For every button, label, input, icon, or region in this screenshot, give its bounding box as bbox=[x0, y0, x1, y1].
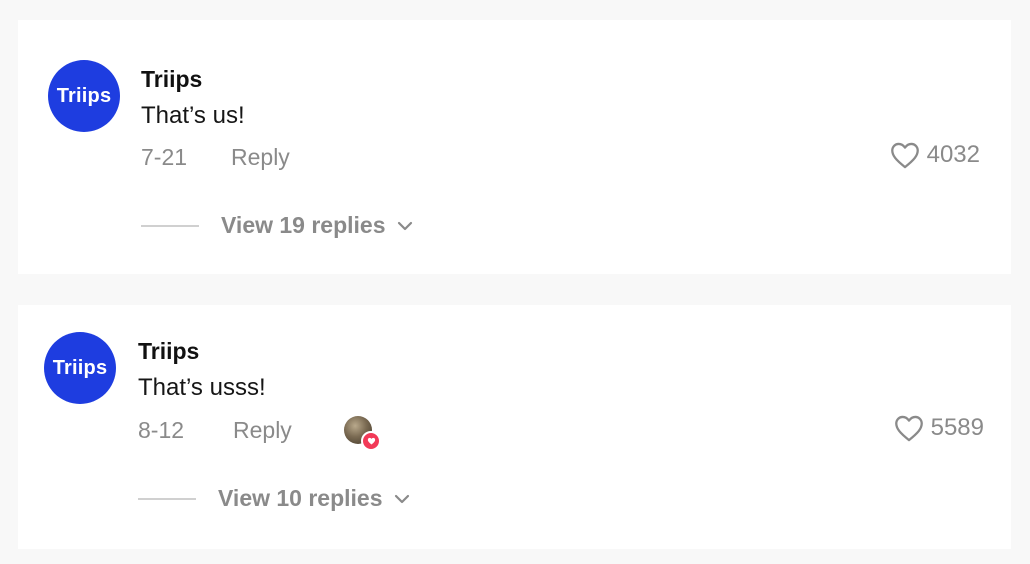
heart-badge-icon bbox=[361, 431, 381, 451]
like-count: 4032 bbox=[926, 141, 980, 168]
chevron-down-icon bbox=[397, 221, 412, 230]
view-replies-label: View 19 replies bbox=[221, 212, 386, 238]
avatar[interactable]: Triips bbox=[44, 332, 116, 404]
comment-date: 7-21 bbox=[141, 144, 188, 170]
comment-date: 8-12 bbox=[138, 417, 185, 443]
reply-button[interactable]: Reply bbox=[233, 417, 292, 444]
comment-card: Triips Triips That’s us! 7-21 Reply 4032… bbox=[18, 20, 1011, 274]
heart-outline-icon bbox=[894, 415, 923, 442]
avatar-text: Triips bbox=[52, 356, 108, 379]
like-count: 5589 bbox=[930, 414, 984, 441]
avatar-text: Triips bbox=[56, 84, 112, 107]
heart-outline-icon bbox=[890, 142, 919, 169]
comment-card: Triips Triips That’s usss! 8-12 Reply 55… bbox=[18, 305, 1011, 549]
view-replies-button[interactable]: View 19 replies bbox=[141, 212, 414, 239]
username[interactable]: Triips bbox=[141, 66, 202, 93]
like-button[interactable]: 5589 bbox=[893, 414, 984, 442]
reply-button[interactable]: Reply bbox=[231, 144, 290, 171]
chevron-down-icon bbox=[394, 494, 409, 503]
comment-text: That’s usss! bbox=[138, 374, 266, 401]
view-replies-label: View 10 replies bbox=[218, 485, 383, 511]
divider-line bbox=[141, 224, 199, 227]
like-button[interactable]: 4032 bbox=[889, 141, 980, 169]
avatar[interactable]: Triips bbox=[48, 60, 120, 132]
view-replies-button[interactable]: View 10 replies bbox=[138, 485, 411, 512]
username[interactable]: Triips bbox=[138, 338, 199, 365]
comment-text: That’s us! bbox=[141, 102, 245, 129]
divider-line bbox=[138, 497, 196, 500]
